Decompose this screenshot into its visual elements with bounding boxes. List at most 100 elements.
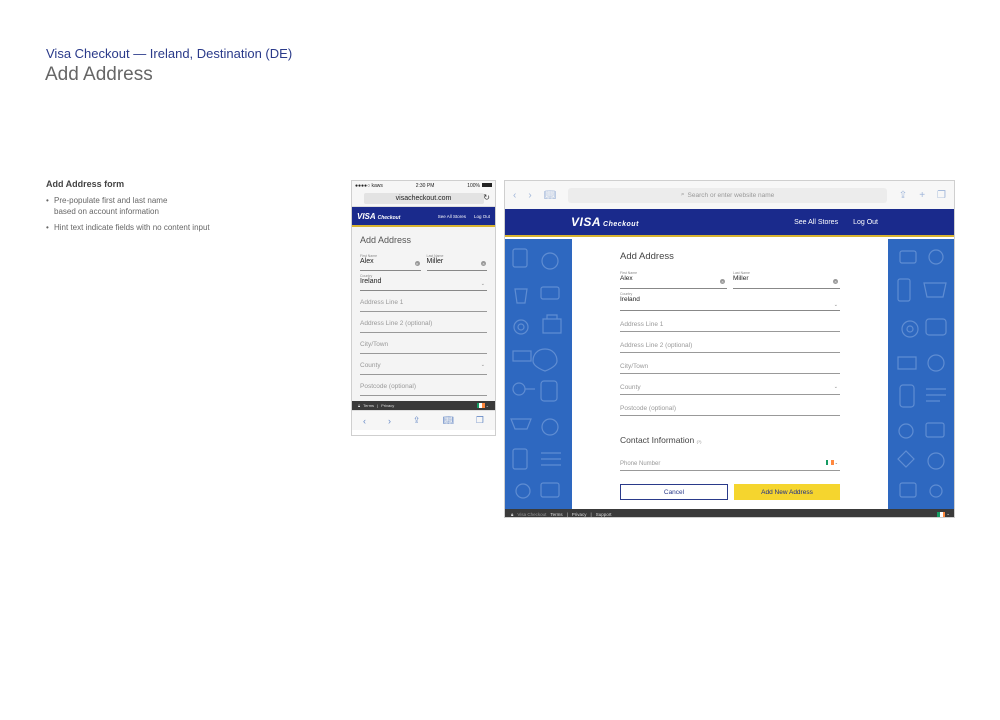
reload-icon[interactable]: ↻ xyxy=(483,193,490,202)
note-item: Hint text indicate fields with no conten… xyxy=(46,222,306,233)
search-icon: ⌕ xyxy=(680,191,685,198)
document-subtitle: Visa Checkout — Ireland, Destination (DE… xyxy=(46,46,293,61)
contact-information-heading: Contact Information (?) xyxy=(620,435,702,445)
chevron-down-icon: ⌄ xyxy=(485,403,489,408)
chevron-down-icon[interactable]: ⌄ xyxy=(481,281,485,287)
phone-url[interactable]: visacheckout.com xyxy=(363,192,484,204)
tablet-mockup: ‹ › 📖︎ ⌕ Search or enter website name ⇪ … xyxy=(504,180,955,518)
phone-number-input[interactable]: Phone Number ⌄ xyxy=(620,451,840,471)
log-out-link[interactable]: Log Out xyxy=(853,219,878,226)
log-out-link[interactable]: Log Out xyxy=(474,214,490,219)
see-all-stores-link[interactable]: See All Stores xyxy=(794,219,838,226)
county-select[interactable]: County ⌄ xyxy=(360,354,487,375)
county-select[interactable]: County ⌄ xyxy=(620,374,840,395)
country-flag-selector[interactable]: ⌄ xyxy=(476,403,489,408)
ireland-flag-icon xyxy=(825,460,834,465)
notes-panel: Add Address form Pre-populate first and … xyxy=(46,179,306,238)
phone-url-bar[interactable]: visacheckout.com ↻ xyxy=(352,190,495,207)
country-select[interactable]: Country Ireland ⌄ xyxy=(620,292,840,311)
address-search-bar[interactable]: ⌕ Search or enter website name xyxy=(568,187,887,203)
forward-icon[interactable]: › xyxy=(528,190,531,201)
privacy-link[interactable]: Privacy xyxy=(572,512,587,517)
country-value[interactable]: Ireland xyxy=(620,296,840,303)
forward-icon[interactable]: › xyxy=(388,416,391,426)
clear-icon[interactable]: × xyxy=(833,279,838,284)
help-icon[interactable]: (?) xyxy=(697,439,702,444)
back-icon[interactable]: ‹ xyxy=(513,190,516,201)
phone-browser-toolbar: ‹ › ⇪ 📖︎ ❐ xyxy=(352,410,495,430)
last-name-field[interactable]: Last Name Miller × xyxy=(426,253,488,271)
chevron-down-icon[interactable]: ⌄ xyxy=(834,302,838,308)
support-link[interactable]: Support xyxy=(596,512,612,517)
chevron-down-icon: ⌄ xyxy=(946,511,950,516)
form-title: Add Address xyxy=(360,235,412,245)
add-new-address-button[interactable]: Add New Address xyxy=(734,484,840,500)
bookmarks-icon[interactable]: 📖︎ xyxy=(442,415,453,426)
last-name-value[interactable]: Miller xyxy=(733,275,840,282)
chevron-down-icon: ⌄ xyxy=(834,460,838,465)
chevron-down-icon[interactable]: ⌄ xyxy=(834,384,838,390)
address-line-2-input[interactable]: Address Line 2 (optional) xyxy=(360,312,487,333)
add-tab-icon[interactable]: + xyxy=(919,190,925,201)
first-name-field[interactable]: First Name Alex × xyxy=(360,253,421,271)
see-all-stores-link[interactable]: See All Stores xyxy=(438,214,466,219)
bookmarks-icon[interactable]: 📖︎ xyxy=(544,190,557,201)
tablet-content-area: Add Address First Name Alex × Last Name … xyxy=(505,239,954,509)
lock-icon: 🔒︎ xyxy=(358,403,361,408)
address-line-1-input[interactable]: Address Line 1 xyxy=(620,311,840,332)
clear-icon[interactable]: × xyxy=(720,279,725,284)
clear-icon[interactable]: × xyxy=(414,261,420,266)
visa-checkout-logo[interactable]: VISA Checkout xyxy=(357,212,400,221)
carrier-label: ●●●●○ kaws xyxy=(355,182,383,189)
note-item: Pre-populate first and last namebased on… xyxy=(46,195,306,217)
notes-heading: Add Address form xyxy=(46,179,125,189)
ireland-flag-icon xyxy=(476,403,485,408)
postcode-input[interactable]: Postcode (optional) xyxy=(620,395,840,416)
decorative-pattern-right xyxy=(897,249,947,498)
phone-form: Add Address First Name Alex × Last Name … xyxy=(352,227,495,401)
city-input[interactable]: City/Town xyxy=(360,333,487,354)
status-time: 2:30 PM xyxy=(415,182,435,189)
first-name-value[interactable]: Alex xyxy=(620,275,727,282)
footer-separator: | xyxy=(566,511,568,517)
phone-mockup: ●●●●○ kaws 2:30 PM 100% visacheckout.com… xyxy=(351,180,496,436)
phone-status-bar: ●●●●○ kaws 2:30 PM 100% xyxy=(352,181,495,190)
terms-link[interactable]: Terms xyxy=(363,403,374,408)
terms-link[interactable]: Terms xyxy=(550,512,562,517)
postcode-input[interactable]: Postcode (optional) xyxy=(360,375,487,396)
add-address-card: Add Address First Name Alex × Last Name … xyxy=(572,239,888,509)
tabs-icon[interactable]: ❐ xyxy=(937,190,946,201)
form-title: Add Address xyxy=(620,251,674,262)
last-name-value[interactable]: Miller xyxy=(427,258,488,265)
privacy-link[interactable]: Privacy xyxy=(381,403,394,408)
phone-site-header: VISA Checkout See All Stores Log Out xyxy=(352,207,495,227)
last-name-field[interactable]: Last Name Miller × xyxy=(733,271,840,289)
lock-icon: 🔒︎ xyxy=(511,511,514,517)
address-line-2-input[interactable]: Address Line 2 (optional) xyxy=(620,332,840,353)
footer-separator: | xyxy=(590,511,592,517)
footer-brand: Visa Checkout xyxy=(517,511,547,517)
country-value[interactable]: Ireland xyxy=(360,278,487,285)
country-flag-selector[interactable]: ⌄ xyxy=(937,511,950,517)
city-input[interactable]: City/Town xyxy=(620,353,840,374)
cancel-button[interactable]: Cancel xyxy=(620,484,728,500)
battery-indicator: 100% xyxy=(467,183,492,189)
footer-separator: | xyxy=(377,403,379,408)
address-line-1-input[interactable]: Address Line 1 xyxy=(360,291,487,312)
tablet-browser-toolbar: ‹ › 📖︎ ⌕ Search or enter website name ⇪ … xyxy=(505,181,954,209)
clear-icon[interactable]: × xyxy=(481,261,486,266)
visa-checkout-logo[interactable]: VISA Checkout xyxy=(571,215,639,229)
country-select[interactable]: Country Ireland ⌄ xyxy=(360,273,487,291)
tabs-icon[interactable]: ❐ xyxy=(476,415,484,426)
share-icon[interactable]: ⇪ xyxy=(413,415,421,426)
tablet-footer: 🔒︎ Visa Checkout Terms | Privacy | Suppo… xyxy=(505,509,954,517)
chevron-down-icon[interactable]: ⌄ xyxy=(481,362,485,368)
back-icon[interactable]: ‹ xyxy=(363,416,366,426)
tablet-site-header: VISA Checkout See All Stores Log Out xyxy=(505,209,954,237)
first-name-field[interactable]: First Name Alex × xyxy=(620,271,727,289)
phone-country-selector[interactable]: ⌄ xyxy=(825,460,838,465)
decorative-pattern-left xyxy=(510,248,562,499)
share-icon[interactable]: ⇪ xyxy=(899,190,907,201)
first-name-value[interactable]: Alex xyxy=(360,258,421,265)
search-placeholder: Search or enter website name xyxy=(687,191,775,199)
